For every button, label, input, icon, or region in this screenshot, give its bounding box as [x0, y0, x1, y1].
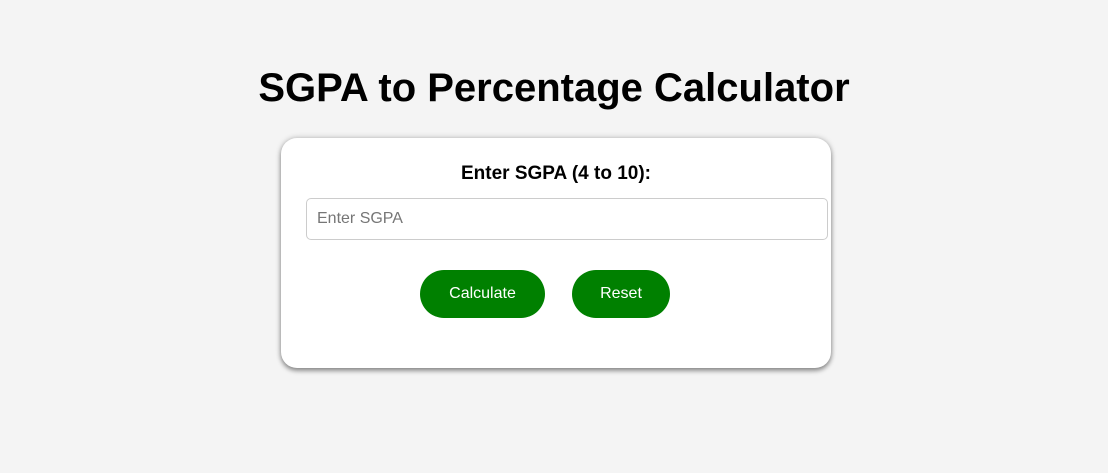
reset-button[interactable]: Reset	[572, 270, 670, 318]
sgpa-input[interactable]	[306, 198, 828, 240]
sgpa-label: Enter SGPA (4 to 10):	[460, 163, 652, 184]
calculator-card: Enter SGPA (4 to 10): Calculate Reset	[281, 138, 831, 368]
calculate-button[interactable]: Calculate	[420, 270, 545, 318]
page-title: SGPA to Percentage Calculator	[258, 66, 850, 110]
page: SGPA to Percentage Calculator Enter SGPA…	[0, 0, 1108, 473]
